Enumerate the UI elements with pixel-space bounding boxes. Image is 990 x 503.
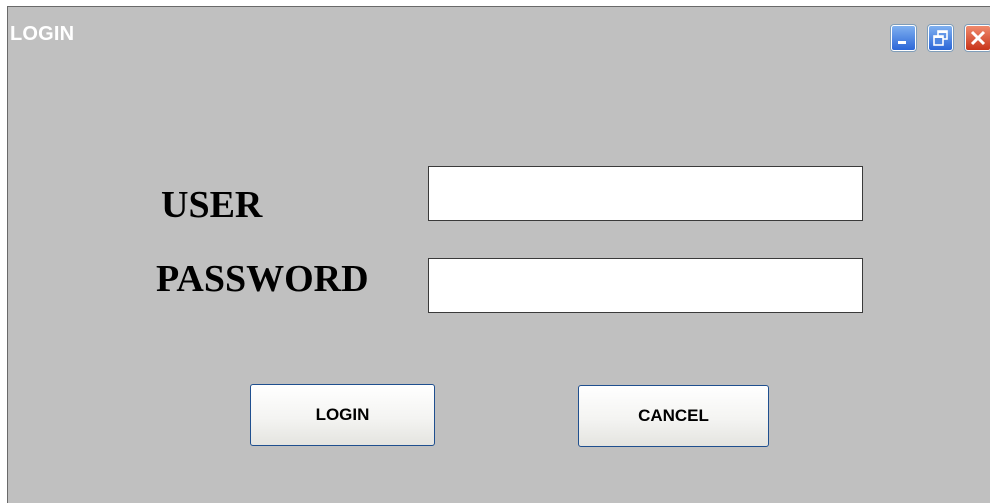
restore-button[interactable] (928, 25, 953, 51)
minimize-icon (898, 41, 906, 44)
login-button[interactable]: LOGIN (250, 384, 435, 446)
close-button[interactable] (965, 25, 990, 51)
user-input[interactable] (428, 166, 863, 221)
password-label: PASSWORD (156, 258, 369, 300)
close-icon (970, 30, 986, 46)
title-bar[interactable]: LOGIN (8, 7, 990, 67)
restore-icon (933, 30, 948, 46)
login-window: LOGIN USER PASSWORD LOGIN CANCEL (7, 6, 990, 503)
window-title: LOGIN (10, 23, 75, 45)
password-input[interactable] (428, 258, 863, 313)
minimize-button[interactable] (891, 25, 916, 51)
cancel-button[interactable]: CANCEL (578, 385, 769, 447)
user-label: USER (161, 184, 263, 226)
